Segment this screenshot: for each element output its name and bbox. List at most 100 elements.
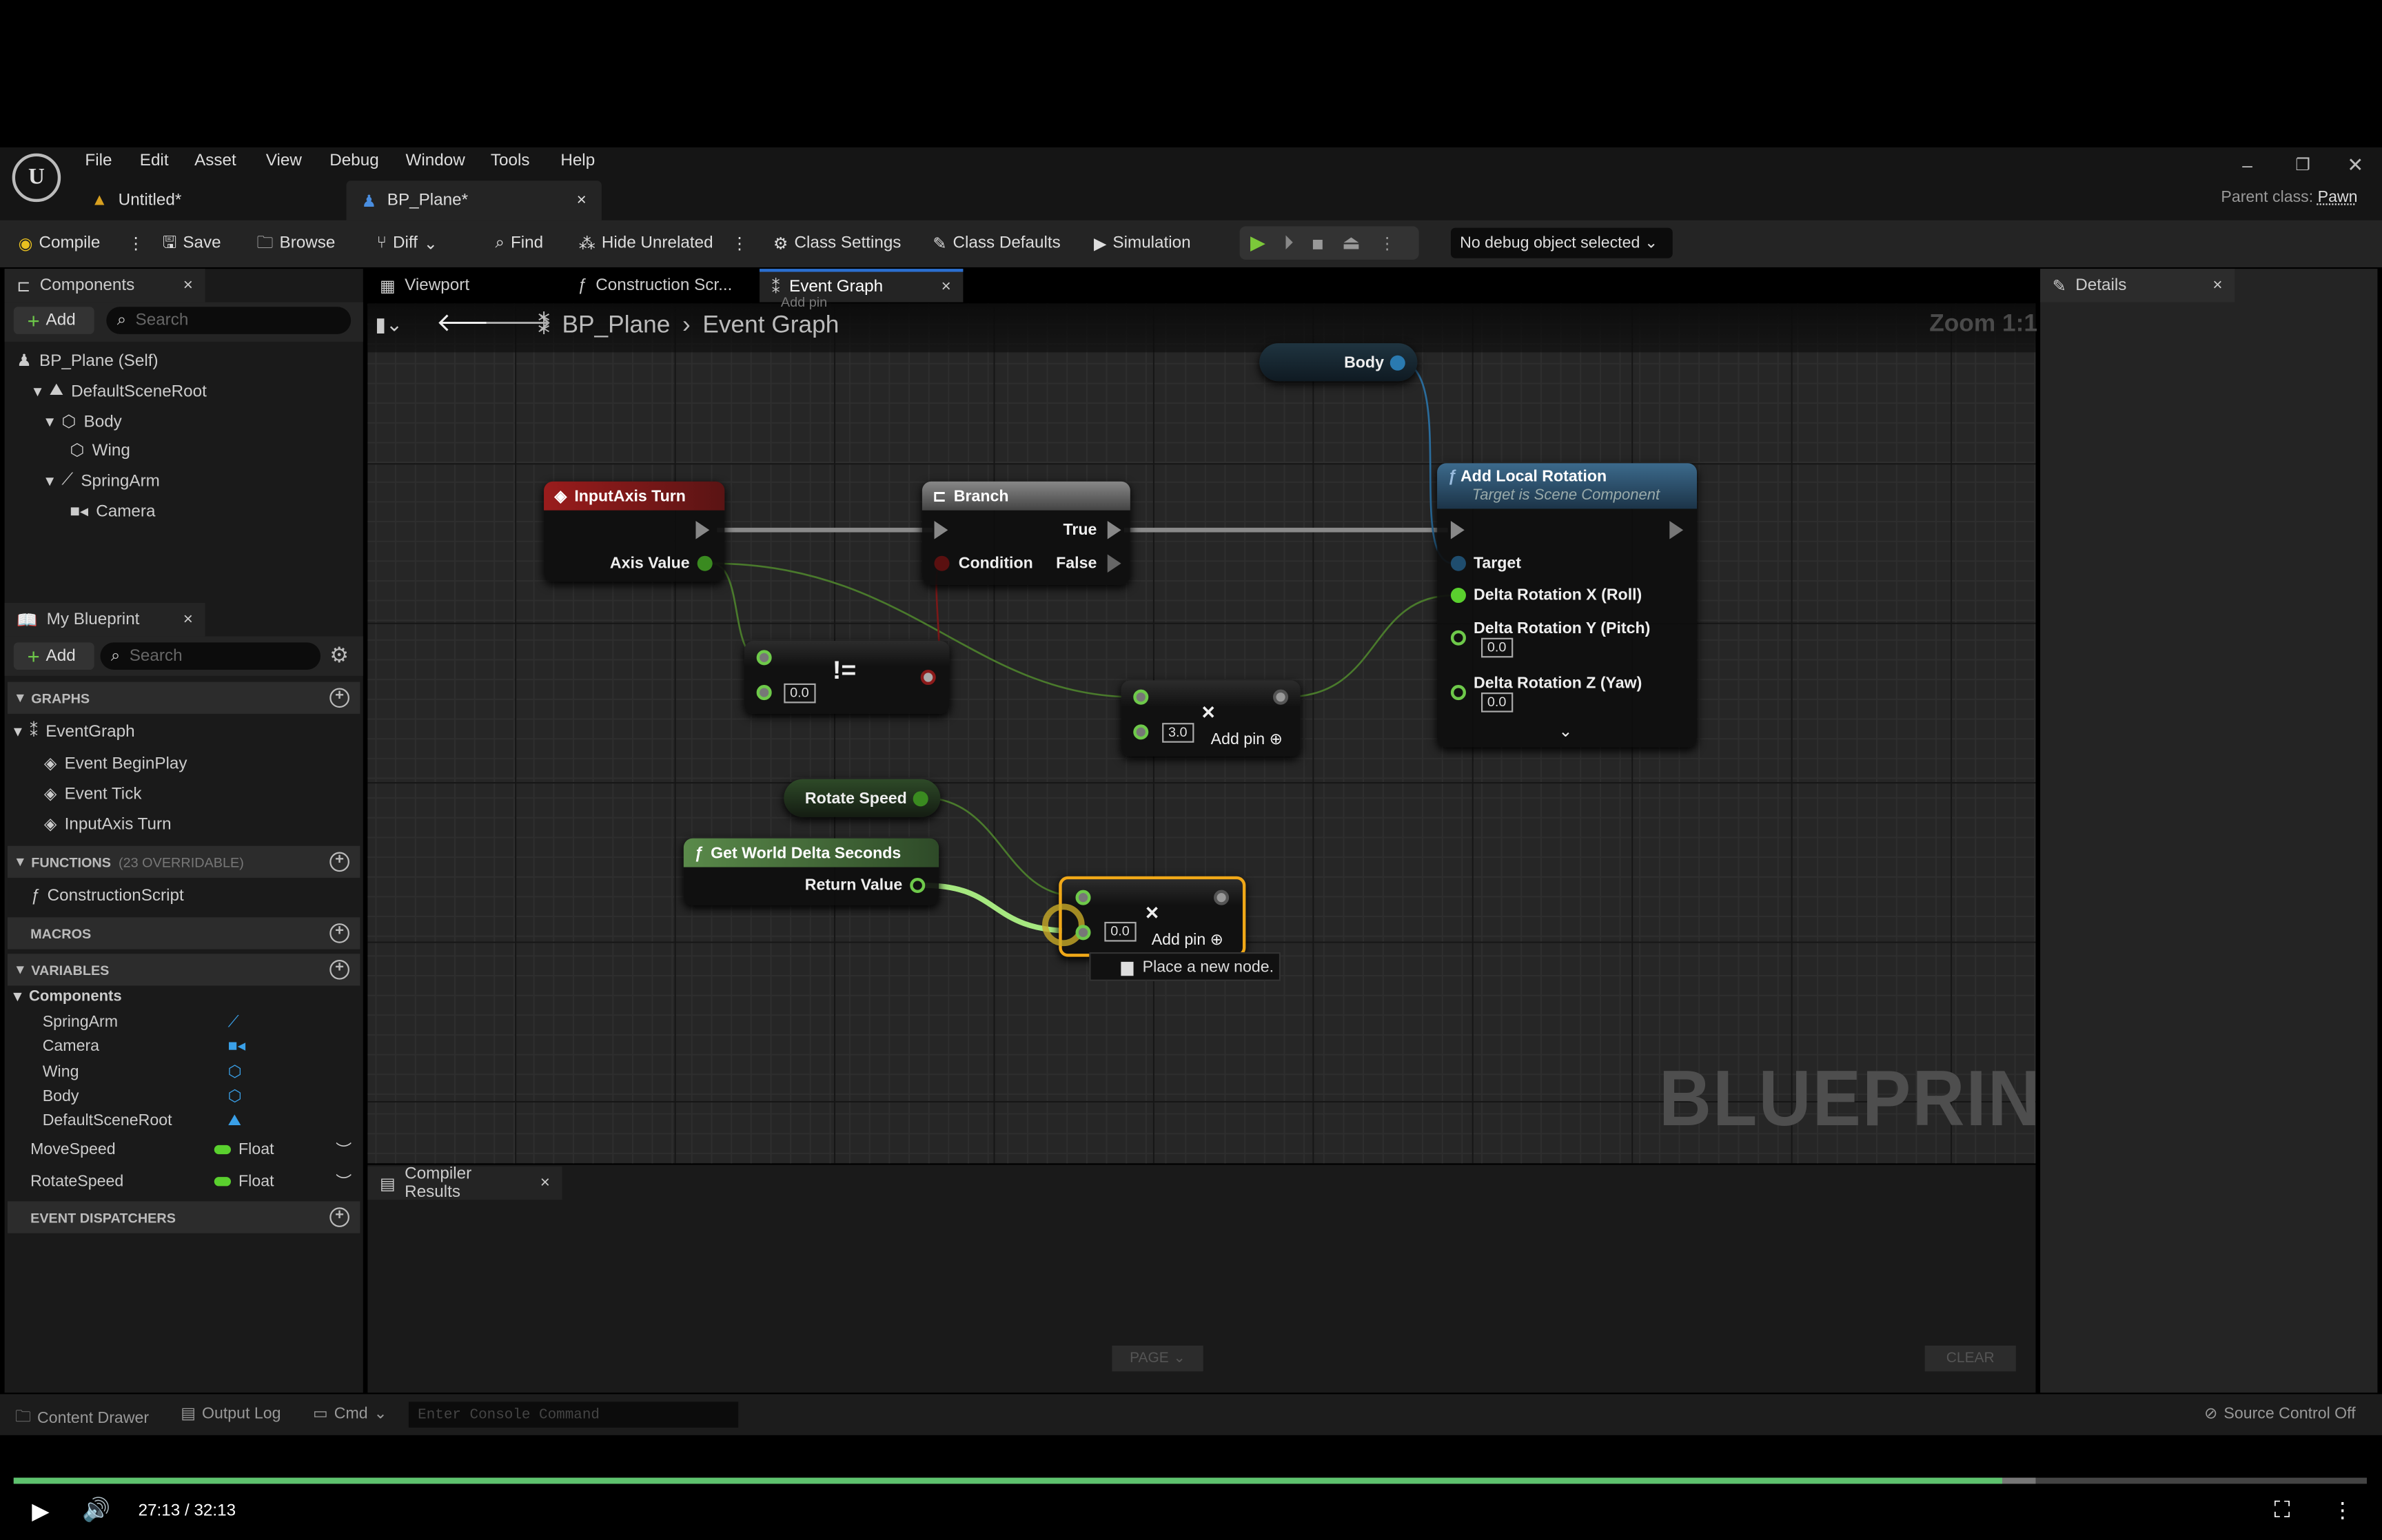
pencil-icon: ✎ <box>2052 277 2067 296</box>
get-world-delta-seconds-node[interactable]: ƒ Get World Delta Seconds Return Value <box>683 838 939 905</box>
menu-debug[interactable]: Debug <box>329 152 378 170</box>
false-exec-pin[interactable] <box>1107 554 1121 573</box>
delta-z-field[interactable]: 0.0 <box>1480 692 1513 712</box>
multiply-node[interactable]: 3.0 × Add pin ⊕ <box>1121 680 1301 757</box>
component-variable-item[interactable]: Body ⬡ <box>43 1087 256 1105</box>
exec-in-pin[interactable] <box>1450 521 1465 540</box>
not-equal-node[interactable]: 0.0 != <box>744 641 950 714</box>
component-variable-item[interactable]: Camera ■◂ <box>43 1038 256 1056</box>
component-tree-item[interactable]: ▾ ⬡ Body <box>45 411 122 431</box>
float-type-icon <box>214 1177 232 1187</box>
input-b-pin[interactable] <box>1133 724 1149 740</box>
delta-y-field[interactable]: 0.0 <box>1480 637 1513 658</box>
tree-item-event[interactable]: ◈ InputAxis Turn <box>44 814 172 834</box>
spring-arm-icon: ⟋ <box>61 471 74 489</box>
source-control-button[interactable]: ⊘ Source Control Off <box>2204 1405 2355 1423</box>
branch-icon: ⊏ <box>933 486 946 505</box>
component-variable-item[interactable]: DefaultSceneRoot ⛰ <box>43 1111 256 1131</box>
output-log-button[interactable]: ▤ Output Log <box>181 1405 281 1423</box>
close-icon[interactable]: × <box>2212 276 2222 294</box>
input-a-pin[interactable] <box>1133 689 1149 705</box>
menu-help[interactable]: Help <box>560 152 595 170</box>
branch-node[interactable]: ⊏ Branch True Condition False <box>922 481 1130 585</box>
content-drawer-button[interactable]: 🗀 Content Drawer <box>15 1405 149 1433</box>
cmd-dropdown[interactable]: ▭ Cmd ⌄ <box>313 1405 387 1423</box>
input-b-field[interactable]: 0.0 <box>784 683 815 704</box>
menu-tools[interactable]: Tools <box>491 152 530 170</box>
expand-arrow-icon[interactable]: ▾ <box>45 411 54 431</box>
multiply-node-selected[interactable]: 0.0 × Add pin ⊕ <box>1042 876 1246 957</box>
page-button[interactable]: PAGE ⌄ <box>1112 1345 1203 1372</box>
close-icon[interactable]: × <box>540 1174 550 1192</box>
log-icon: ▤ <box>380 1174 396 1193</box>
axis-value-pin[interactable] <box>697 555 713 571</box>
exec-out-pin[interactable] <box>1669 521 1684 540</box>
expand-chevron-icon[interactable]: ⌄ <box>1558 721 1572 741</box>
float-pin[interactable] <box>913 791 928 807</box>
add-pin-button[interactable]: Add pin ⊕ <box>1211 730 1283 748</box>
output-pin[interactable] <box>1214 890 1230 905</box>
condition-pin[interactable] <box>934 555 950 571</box>
video-progress-track[interactable] <box>13 1477 2367 1484</box>
plus-circle-icon: ⊕ <box>1210 931 1224 949</box>
content-drawer-icon: 🗀 <box>15 1408 32 1426</box>
variable-item[interactable]: RotateSpeed Float ︶ <box>30 1170 357 1193</box>
input-b-pin[interactable] <box>1075 925 1091 941</box>
more-options-icon[interactable]: ⋮ <box>2332 1497 2353 1523</box>
camera-icon: ■◂ <box>70 502 89 522</box>
delta-y-pin[interactable] <box>1450 630 1466 646</box>
video-progress-fill <box>13 1477 2002 1484</box>
menu-edit[interactable]: Edit <box>140 152 169 170</box>
tree-item-event[interactable]: ◈ Event BeginPlay <box>44 753 187 773</box>
menu-file[interactable]: File <box>85 152 112 170</box>
menu-window[interactable]: Window <box>405 152 465 170</box>
object-pin[interactable] <box>1390 355 1405 371</box>
component-tree-item[interactable]: ▾ ⟋ SpringArm <box>45 471 160 491</box>
add-pin-button[interactable]: Add pin ⊕ <box>1152 931 1223 949</box>
expand-arrow-icon[interactable]: ▾ <box>45 471 54 490</box>
clear-button[interactable]: CLEAR <box>1924 1345 2016 1372</box>
chevron-down-icon[interactable]: ︶ <box>336 1138 352 1161</box>
exec-out-pin[interactable] <box>695 521 710 540</box>
return-value-pin[interactable] <box>910 877 926 894</box>
input-b-field[interactable]: 0.0 <box>1104 921 1136 942</box>
component-tree-item[interactable]: ▾ ⛰ DefaultSceneRoot <box>33 381 206 401</box>
menu-view[interactable]: View <box>266 152 302 170</box>
menu-asset[interactable]: Asset <box>194 152 236 170</box>
variable-item[interactable]: MoveSpeed Float ︶ <box>30 1138 357 1161</box>
function-icon: ƒ <box>1447 467 1457 486</box>
input-b-pin[interactable] <box>756 685 772 701</box>
component-tree-item[interactable]: ■◂ Camera <box>70 501 155 521</box>
component-tree-item[interactable]: ♟ BP_Plane (Self) <box>17 351 158 371</box>
add-local-rotation-node[interactable]: ƒ Add Local Rotation Target is Scene Com… <box>1437 463 1697 748</box>
volume-icon[interactable]: 🔊 <box>82 1496 110 1523</box>
component-variable-item[interactable]: Wing ⬡ <box>43 1062 256 1080</box>
bool-out-pin[interactable] <box>920 670 936 686</box>
delta-x-pin[interactable] <box>1450 587 1466 604</box>
target-pin[interactable] <box>1450 555 1466 571</box>
inputaxis-turn-node[interactable]: ◈ InputAxis Turn Axis Value <box>544 481 725 582</box>
body-variable-node[interactable]: Body <box>1259 343 1418 382</box>
component-tree-item[interactable]: ⬡ Wing <box>70 440 130 460</box>
details-tab[interactable]: ✎ Details × <box>2040 269 2235 302</box>
compiler-results-tab[interactable]: ▤ Compiler Results × <box>367 1165 562 1201</box>
float-type-icon <box>214 1144 232 1155</box>
expand-arrow-icon[interactable]: ▾ <box>33 381 41 400</box>
delta-z-pin[interactable] <box>1450 685 1466 701</box>
exec-in-pin[interactable] <box>934 521 948 540</box>
input-a-pin[interactable] <box>756 650 772 666</box>
console-command-input[interactable]: Enter Console Command <box>408 1402 739 1428</box>
chevron-down-icon[interactable]: ︶ <box>336 1170 352 1193</box>
input-a-pin[interactable] <box>1075 890 1091 905</box>
true-exec-pin[interactable] <box>1107 521 1121 540</box>
rotate-speed-variable-node[interactable]: Rotate Speed <box>784 779 941 817</box>
component-variable-item[interactable]: SpringArm ⟋ <box>43 1012 256 1031</box>
scene-root-icon: ⛰ <box>49 381 64 400</box>
output-pin[interactable] <box>1273 689 1289 705</box>
tree-item-event[interactable]: ◈ Event Tick <box>44 783 142 803</box>
event-icon: ◈ <box>43 815 57 834</box>
play-icon[interactable]: ▶ <box>32 1497 49 1524</box>
mesh-icon: ⬡ <box>227 1087 242 1106</box>
input-b-field[interactable]: 3.0 <box>1162 723 1194 743</box>
exit-fullscreen-icon[interactable]: ⛶ <box>2274 1497 2290 1523</box>
